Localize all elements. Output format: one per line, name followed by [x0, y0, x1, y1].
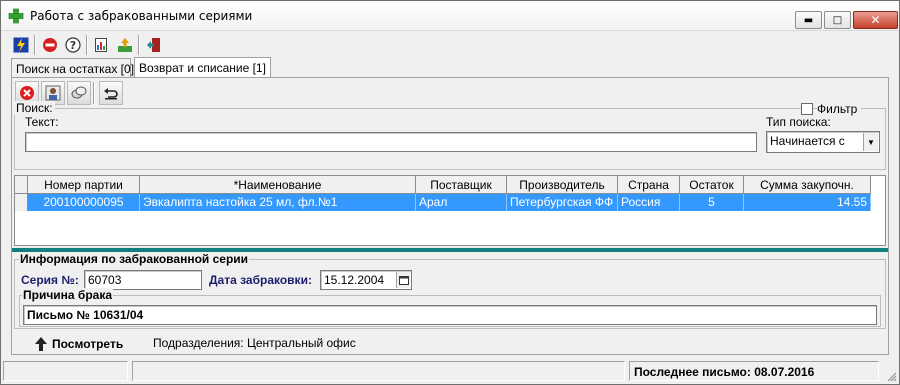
reject-reason-group: Причина брака Письмо № 10631/04: [19, 288, 881, 327]
search-group-label: Поиск:: [14, 101, 55, 115]
column-header[interactable]: *Наименование: [140, 176, 416, 194]
info-group-title: Информация по забракованной серии: [19, 252, 250, 266]
reject-date-label: Дата забраковки:: [209, 273, 312, 287]
exit-button[interactable]: [144, 35, 164, 55]
status-panel: [132, 361, 625, 381]
help-icon: ?: [65, 37, 81, 53]
window-title: Работа с забракованными сериями: [30, 9, 253, 23]
maximize-icon: □: [832, 14, 843, 26]
toolbar-separator: [138, 35, 140, 55]
help-button[interactable]: ?: [63, 35, 83, 55]
stop-icon: [43, 38, 57, 52]
search-type-select[interactable]: Начинается с ▼: [766, 131, 880, 153]
title-bar[interactable]: Работа с забракованными сериями ▬ □ ✕: [1, 1, 899, 31]
minimize-button[interactable]: ▬: [795, 11, 822, 29]
svg-text:?: ?: [70, 39, 76, 52]
toolbar-separator: [86, 35, 88, 55]
rejected-series-info: Информация по забракованной серии Серия …: [14, 252, 886, 329]
tab-panel: Поиск: Фильтр Текст: Тип поиска: Начинае…: [11, 77, 889, 355]
export-icon: [118, 38, 132, 52]
table-cell[interactable]: Эвкалипта настойка 25 мл, фл.№1: [140, 194, 416, 211]
reason-field[interactable]: Письмо № 10631/04: [23, 305, 877, 325]
column-header[interactable]: Сумма закупочн.: [744, 176, 871, 194]
reject-date-field[interactable]: 15.12.2004: [320, 270, 412, 290]
toolbar-separator: [93, 82, 95, 104]
user-icon: [45, 85, 61, 101]
calendar-icon[interactable]: [396, 272, 410, 288]
row-indicator: [15, 194, 28, 211]
series-label: Серия №:: [21, 273, 79, 287]
view-button-label: Посмотреть: [52, 337, 124, 351]
main-toolbar: ?: [11, 34, 167, 56]
status-bar: Последнее письмо: 08.07.2016: [1, 361, 899, 384]
table-row[interactable]: 200100000095 Эвкалипта настойка 25 мл, ф…: [15, 194, 871, 211]
lightning-button[interactable]: [11, 35, 31, 55]
minimize-icon: ▬: [803, 14, 814, 26]
table-cell[interactable]: 5: [680, 194, 744, 211]
close-button[interactable]: ✕: [853, 11, 898, 29]
results-table: Номер партии *Наименование Поставщик Про…: [14, 175, 886, 246]
table-header: Номер партии *Наименование Поставщик Про…: [15, 176, 871, 194]
resize-grip-icon[interactable]: [887, 372, 897, 382]
last-letter-status: Последнее письмо: 08.07.2016: [629, 361, 879, 381]
column-header[interactable]: Номер партии: [28, 176, 140, 194]
tab-stock-search[interactable]: Поиск на остатках [0]: [11, 58, 134, 78]
pills-button[interactable]: [67, 81, 91, 105]
filter-checkbox[interactable]: [801, 103, 813, 115]
search-group: Поиск: Фильтр Текст: Тип поиска: Начинае…: [14, 101, 886, 170]
table-cell[interactable]: 200100000095: [28, 194, 140, 211]
app-window: Работа с забракованными сериями ▬ □ ✕ ? …: [0, 0, 900, 385]
stop-button[interactable]: [40, 35, 60, 55]
table-cell[interactable]: 14.55: [744, 194, 871, 211]
toolbar-separator: [34, 35, 36, 55]
exit-door-icon: [147, 38, 160, 52]
series-field[interactable]: 60703: [84, 270, 202, 290]
search-text-input[interactable]: [25, 132, 757, 152]
departments-text: Подразделения: Центральный офис: [153, 336, 356, 350]
row-indicator-header: [15, 176, 28, 194]
table-cell[interactable]: Петербургская ФФ: [507, 194, 618, 211]
close-icon: ✕: [870, 13, 881, 27]
status-panel: [3, 361, 128, 381]
export-button[interactable]: [115, 35, 135, 55]
report-button[interactable]: [92, 35, 112, 55]
tab-return-writeoff[interactable]: Возврат и списание [1]: [134, 57, 271, 79]
search-type-value: Начинается с: [770, 134, 845, 148]
undo-icon: [104, 88, 118, 100]
text-label: Текст:: [25, 115, 59, 129]
column-header[interactable]: Производитель: [507, 176, 618, 194]
table-cell[interactable]: Арал: [416, 194, 507, 211]
lightning-icon: [13, 37, 29, 53]
maximize-button[interactable]: □: [824, 11, 851, 29]
green-cross-icon: [8, 8, 24, 24]
pills-icon: [71, 86, 87, 99]
column-header[interactable]: Поставщик: [416, 176, 507, 194]
delete-icon: [20, 86, 34, 100]
column-header[interactable]: Страна: [618, 176, 680, 194]
column-header[interactable]: Остаток: [680, 176, 744, 194]
search-type-label: Тип поиска:: [766, 115, 831, 129]
filter-label: Фильтр: [817, 102, 862, 116]
undo-button[interactable]: [99, 81, 123, 105]
table-cell[interactable]: Россия: [618, 194, 680, 211]
arrow-up-icon: [35, 337, 47, 351]
reject-date-value: 15.12.2004: [324, 273, 385, 287]
view-button[interactable]: Посмотреть: [34, 334, 123, 354]
chevron-down-icon[interactable]: ▼: [863, 133, 878, 151]
reason-title: Причина брака: [22, 288, 114, 302]
report-icon: [95, 38, 107, 52]
